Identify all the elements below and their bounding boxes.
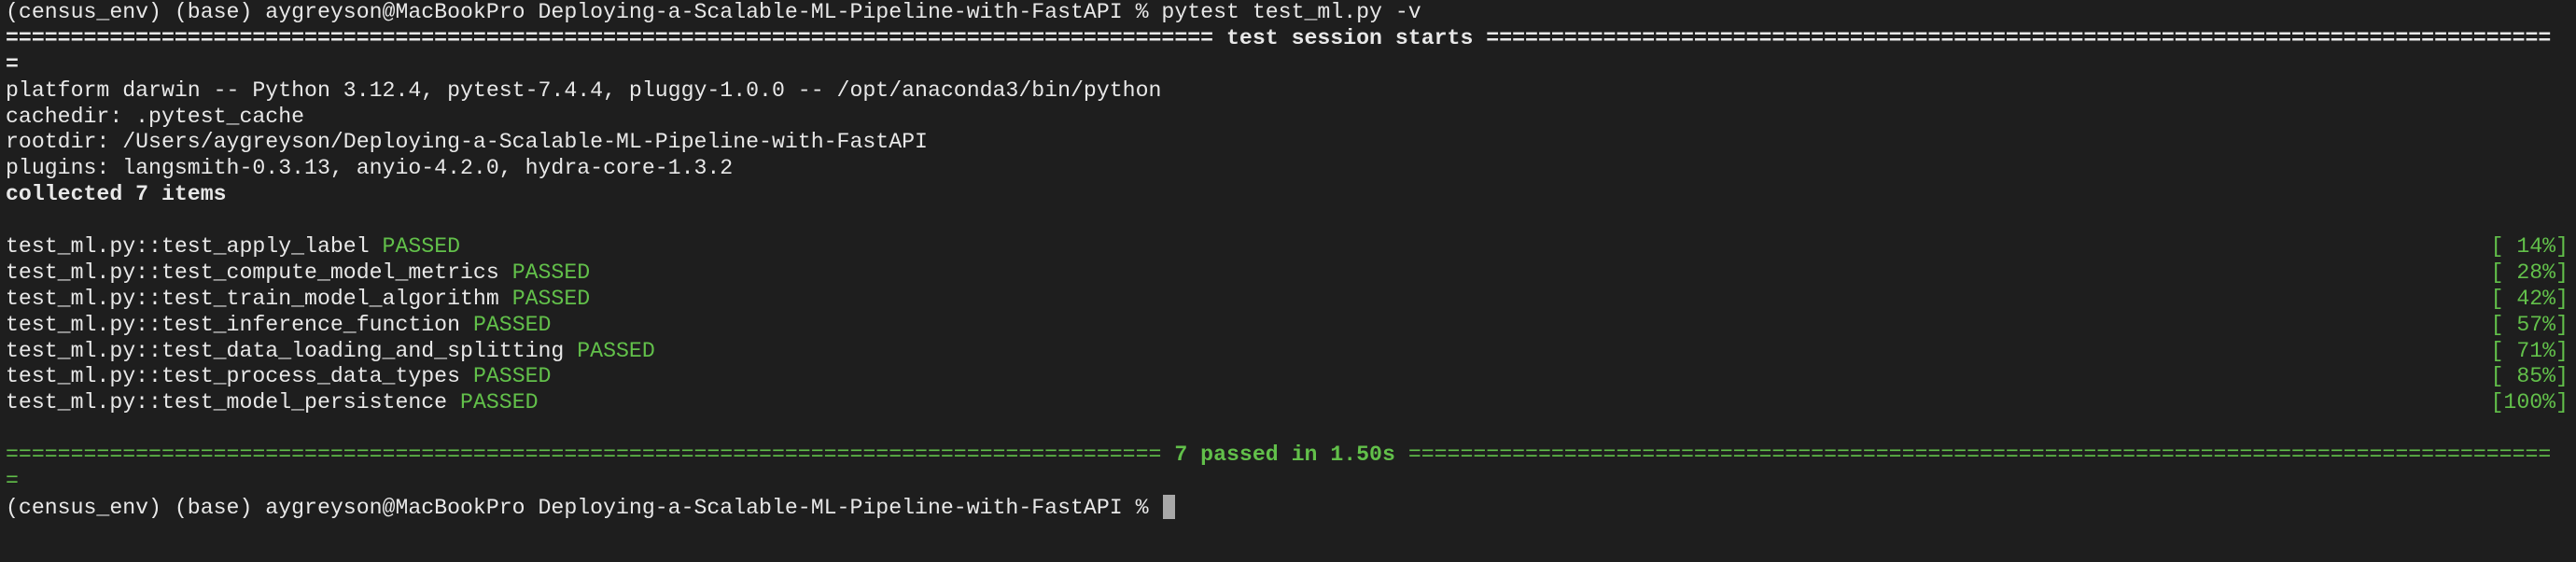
test-result-row: test_ml.py::test_inference_function PASS…: [6, 313, 2576, 339]
terminal-output[interactable]: (census_env) (base) aygreyson@MacBookPro…: [6, 0, 2576, 521]
test-progress: [ 57%]: [2490, 312, 2569, 337]
prompt: (census_env) (base) aygreyson@MacBookPro…: [6, 0, 1162, 24]
summary-wrap: =: [6, 469, 2576, 495]
test-status: PASSED: [460, 390, 539, 415]
rule-left: ========================================…: [6, 443, 1162, 468]
test-result-row: test_ml.py::test_model_persistence PASSE…: [6, 390, 2576, 416]
rule-wrap: =: [6, 469, 19, 494]
rule-right: ========================================…: [1486, 25, 2552, 50]
test-result-row: test_ml.py::test_process_data_types PASS…: [6, 364, 2576, 390]
test-status: PASSED: [472, 312, 552, 337]
rootdir-line: rootdir: /Users/aygreyson/Deploying-a-Sc…: [6, 130, 928, 155]
session-header-wrap: =: [6, 52, 2576, 78]
plugins-line: plugins: langsmith-0.3.13, anyio-4.2.0, …: [6, 156, 734, 181]
test-result-row: test_ml.py::test_data_loading_and_splitt…: [6, 339, 2576, 365]
rule-right: ========================================…: [1407, 443, 2552, 468]
test-status: PASSED: [577, 338, 655, 363]
test-name: test_ml.py::test_inference_function: [6, 312, 461, 337]
test-result-row: test_ml.py::test_apply_label PASSED [ 14%…: [6, 234, 2576, 260]
test-name: test_ml.py::test_process_data_types: [6, 364, 461, 389]
test-name: test_ml.py::test_data_loading_and_splitt…: [6, 338, 565, 363]
test-progress: [ 71%]: [2490, 338, 2569, 363]
test-results: test_ml.py::test_apply_label PASSED [ 14%…: [6, 234, 2576, 416]
test-result-row: test_ml.py::test_compute_model_metrics P…: [6, 260, 2576, 287]
collected-line: collected 7 items: [6, 182, 227, 207]
command: pytest test_ml.py -v: [1161, 0, 1421, 24]
test-progress: [ 28%]: [2490, 260, 2569, 285]
test-progress: [100%]: [2490, 390, 2569, 415]
command-line: (census_env) (base) aygreyson@MacBookPro…: [6, 0, 2576, 26]
test-name: test_ml.py::test_compute_model_metrics: [6, 260, 499, 285]
test-result-row: test_ml.py::test_train_model_algorithm P…: [6, 287, 2576, 313]
rule-wrap: =: [6, 51, 19, 77]
test-progress: [ 85%]: [2490, 364, 2569, 389]
test-status: PASSED: [511, 260, 591, 285]
test-progress: [ 42%]: [2490, 286, 2569, 311]
test-status: PASSED: [382, 234, 461, 260]
test-progress: [ 14%]: [2490, 234, 2569, 260]
platform-line: platform darwin -- Python 3.12.4, pytest…: [6, 77, 1162, 103]
test-name: test_ml.py::test_apply_label: [6, 234, 370, 260]
session-header-text: test session starts: [1213, 25, 1487, 50]
test-name: test_ml.py::test_model_persistence: [6, 390, 448, 415]
summary-text: 7 passed in 1.50s: [1161, 443, 1408, 468]
session-header: ========================================…: [6, 26, 2576, 52]
test-status: PASSED: [511, 286, 591, 311]
cachedir-line: cachedir: .pytest_cache: [6, 104, 305, 129]
test-name: test_ml.py::test_train_model_algorithm: [6, 286, 499, 311]
summary-line: ========================================…: [6, 443, 2576, 469]
test-status: PASSED: [472, 364, 552, 389]
prompt: (census_env) (base) aygreyson@MacBookPro…: [6, 495, 1162, 520]
cursor: [1163, 494, 1176, 519]
rule-left: ========================================…: [6, 25, 1214, 50]
prompt-line[interactable]: (census_env) (base) aygreyson@MacBookPro…: [6, 494, 2576, 521]
